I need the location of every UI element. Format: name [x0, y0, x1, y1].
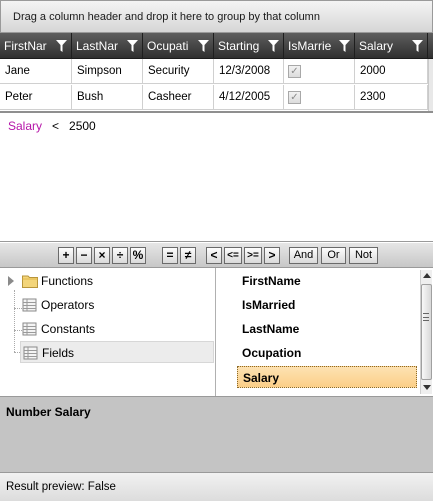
equals-button[interactable]: =: [162, 247, 178, 264]
cell-salary[interactable]: 2000: [355, 59, 428, 84]
column-header-salary[interactable]: Salary: [355, 33, 428, 59]
grid-header: FirstNar LastNar Ocupati Starting IsMarr…: [0, 33, 433, 59]
column-header-label: Starting: [218, 39, 260, 53]
cell-ismarried[interactable]: ✓: [284, 85, 355, 110]
tree-line: [14, 290, 15, 352]
tree-item-label: Operators: [41, 298, 95, 312]
group-panel[interactable]: Drag a column header and drop it here to…: [0, 0, 433, 33]
filter-funnel-icon[interactable]: [412, 40, 423, 52]
less-equal-button[interactable]: <=: [224, 247, 242, 264]
filter-funnel-icon[interactable]: [198, 40, 209, 52]
tree-item-label: Constants: [41, 322, 96, 336]
grid-scroll-strip[interactable]: [428, 59, 433, 111]
list-item[interactable]: Ocupation: [237, 342, 417, 364]
cell-firstname[interactable]: Jane: [0, 59, 72, 84]
cell-salary[interactable]: 2300: [355, 85, 428, 110]
column-header-label: Ocupati: [147, 39, 189, 53]
cell-starting[interactable]: 4/12/2005: [214, 85, 284, 110]
modulo-button[interactable]: %: [130, 247, 146, 264]
grid-icon: [23, 346, 38, 360]
filter-funnel-icon[interactable]: [127, 40, 138, 52]
scroll-down-icon[interactable]: [423, 385, 431, 390]
status-bar: Result preview: False: [0, 472, 433, 501]
category-tree: Functions Operators Constants Fields: [0, 268, 216, 396]
plus-button[interactable]: +: [58, 247, 74, 264]
minus-button[interactable]: −: [76, 247, 92, 264]
list-item[interactable]: IsMarried: [237, 294, 417, 316]
cell-ocupation[interactable]: Security: [143, 59, 214, 84]
description-panel: Number Salary: [0, 396, 433, 472]
scroll-grip-icon: [423, 313, 429, 321]
tree-item-operators[interactable]: Operators: [20, 294, 214, 316]
greater-than-button[interactable]: >: [264, 247, 280, 264]
column-header-label: LastNar: [76, 39, 119, 53]
column-header-lastname[interactable]: LastNar: [72, 33, 143, 59]
married-checkbox[interactable]: ✓: [288, 65, 301, 78]
expression-value: 2500: [69, 119, 96, 133]
multiply-button[interactable]: ×: [94, 247, 110, 264]
group-panel-hint: Drag a column header and drop it here to…: [13, 11, 320, 23]
column-header-label: Salary: [359, 39, 394, 53]
folder-icon: [22, 275, 38, 288]
fields-list: FirstName IsMarried LastName Ocupation S…: [217, 268, 433, 396]
column-header-starting[interactable]: Starting: [214, 33, 284, 59]
table-row[interactable]: Peter Bush Casheer 4/12/2005 ✓ 2300: [0, 85, 428, 110]
not-button[interactable]: Not: [349, 247, 378, 264]
cell-lastname[interactable]: Bush: [72, 85, 143, 110]
column-header-ismarried[interactable]: IsMarrie: [284, 33, 355, 59]
grid-icon: [22, 298, 37, 312]
list-item-selected[interactable]: Salary: [237, 366, 417, 388]
expression-field: Salary: [8, 119, 43, 133]
column-header-label: IsMarrie: [288, 39, 332, 53]
column-header-ocupation[interactable]: Ocupati: [143, 33, 214, 59]
married-checkbox[interactable]: ✓: [288, 91, 301, 104]
filter-funnel-icon[interactable]: [56, 40, 67, 52]
grid-icon: [22, 322, 37, 336]
column-header-firstname[interactable]: FirstNar: [0, 33, 72, 59]
table-row[interactable]: Jane Simpson Security 12/3/2008 ✓ 2000: [0, 59, 428, 84]
tree-item-label: Functions: [41, 274, 94, 288]
operator-toolbar: + − × ÷ % = ≠ < <= >= > And Or Not: [0, 243, 433, 268]
less-than-button[interactable]: <: [206, 247, 222, 264]
filter-funnel-icon[interactable]: [268, 40, 279, 52]
expression-operator: <: [52, 119, 60, 133]
greater-equal-button[interactable]: >=: [244, 247, 262, 264]
tree-item-label: Fields: [42, 346, 75, 360]
tree-item-functions[interactable]: Functions: [20, 270, 214, 292]
column-header-label: FirstNar: [4, 39, 47, 53]
not-equals-button[interactable]: ≠: [180, 247, 196, 264]
description-title: Number Salary: [6, 405, 91, 419]
and-button[interactable]: And: [289, 247, 318, 264]
cell-ismarried[interactable]: ✓: [284, 59, 355, 84]
result-preview: Result preview: False: [6, 481, 116, 493]
cell-firstname[interactable]: Peter: [0, 85, 72, 110]
list-item[interactable]: LastName: [237, 318, 417, 340]
filter-funnel-icon[interactable]: [339, 40, 350, 52]
filter-expression-editor[interactable]: Salary <2500: [0, 111, 433, 242]
scroll-thumb[interactable]: [421, 284, 432, 380]
cell-starting[interactable]: 12/3/2008: [214, 59, 284, 84]
tree-item-constants[interactable]: Constants: [20, 318, 214, 340]
cell-lastname[interactable]: Simpson: [72, 59, 143, 84]
filter-expression: Salary <2500: [8, 119, 96, 133]
divide-button[interactable]: ÷: [112, 247, 128, 264]
tree-item-fields[interactable]: Fields: [20, 341, 214, 363]
expand-arrow-icon[interactable]: [8, 276, 14, 286]
or-button[interactable]: Or: [321, 247, 346, 264]
fields-scrollbar[interactable]: [420, 270, 432, 394]
cell-ocupation[interactable]: Casheer: [143, 85, 214, 110]
list-item[interactable]: FirstName: [237, 270, 417, 292]
scroll-up-icon[interactable]: [423, 273, 431, 278]
